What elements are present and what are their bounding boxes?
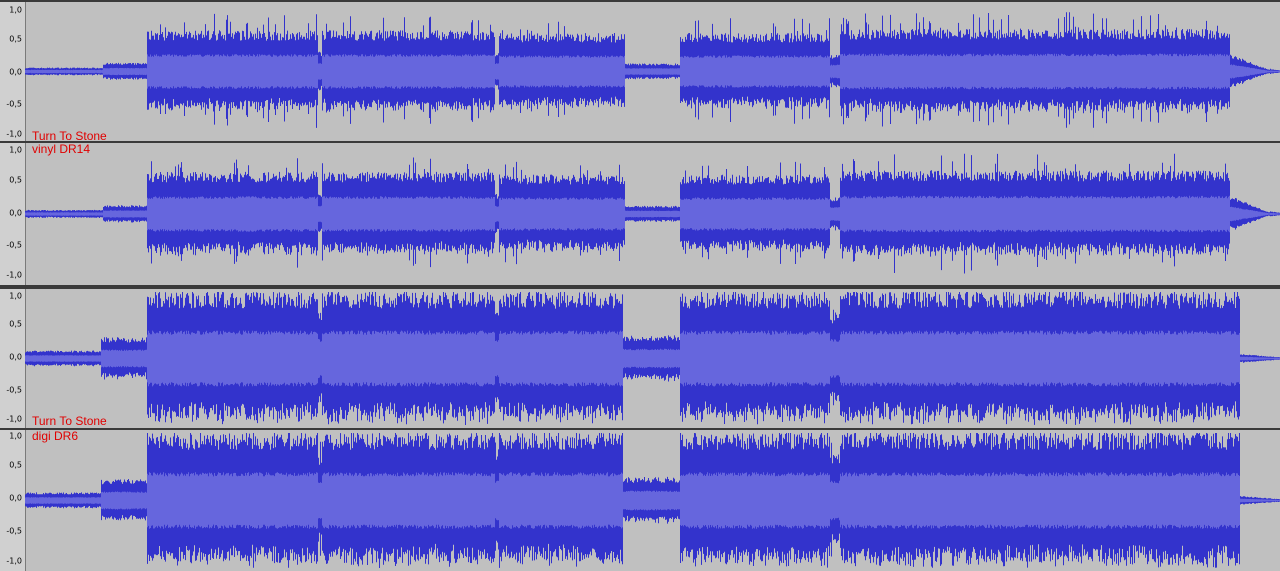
waveform[interactable] [25, 2, 1280, 141]
ruler-tick: -0,5 [6, 99, 22, 109]
ruler-tick: 0,5 [9, 319, 22, 329]
audio-track-digi-channel-2[interactable]: 1,0 0,5 0,0 -0,5 -1,0 digi DR6 [0, 430, 1280, 571]
ruler-tick: -0,5 [6, 385, 22, 395]
ruler-tick: 0,0 [9, 208, 22, 218]
waveform[interactable] [25, 143, 1280, 285]
audio-track-vinyl-channel-2[interactable]: 1,0 0,5 0,0 -0,5 -1,0 vinyl DR14 [0, 143, 1280, 285]
amplitude-ruler: 1,0 0,5 0,0 -0,5 -1,0 [0, 430, 26, 571]
ruler-tick: -1,0 [6, 270, 22, 280]
waveform[interactable] [25, 289, 1280, 428]
amplitude-ruler: 1,0 0,5 0,0 -0,5 -1,0 [0, 289, 26, 428]
waveform-rms [25, 195, 1280, 233]
track-subtitle-label: vinyl DR14 [32, 142, 91, 156]
amplitude-ruler: 1,0 0,5 0,0 -0,5 -1,0 [0, 2, 26, 141]
ruler-tick: 0,0 [9, 352, 22, 362]
audio-track-digi-channel-1[interactable]: 1,0 0,5 0,0 -0,5 -1,0 Turn To Stone [0, 287, 1280, 428]
ruler-tick: 0,5 [9, 34, 22, 44]
ruler-tick: 0,0 [9, 493, 22, 503]
ruler-tick: 1,0 [9, 5, 22, 15]
ruler-tick: 1,0 [9, 145, 22, 155]
ruler-tick: 0,5 [9, 175, 22, 185]
amplitude-ruler: 1,0 0,5 0,0 -0,5 -1,0 [0, 143, 26, 285]
ruler-tick: -1,0 [6, 129, 22, 139]
track-subtitle-label: digi DR6 [32, 429, 79, 443]
waveform-rms [25, 53, 1280, 90]
track-title-label: Turn To Stone [32, 414, 107, 428]
waveform[interactable] [25, 430, 1280, 571]
ruler-tick: -1,0 [6, 556, 22, 566]
ruler-tick: -0,5 [6, 240, 22, 250]
ruler-tick: 0,0 [9, 67, 22, 77]
ruler-tick: -0,5 [6, 526, 22, 536]
waveform-rms [25, 330, 1280, 387]
ruler-tick: 0,5 [9, 460, 22, 470]
audio-track-vinyl-channel-1[interactable]: 1,0 0,5 0,0 -0,5 -1,0 Turn To Stone [0, 0, 1280, 143]
ruler-tick: 1,0 [9, 291, 22, 301]
ruler-tick: -1,0 [6, 414, 22, 424]
ruler-tick: 1,0 [9, 431, 22, 441]
